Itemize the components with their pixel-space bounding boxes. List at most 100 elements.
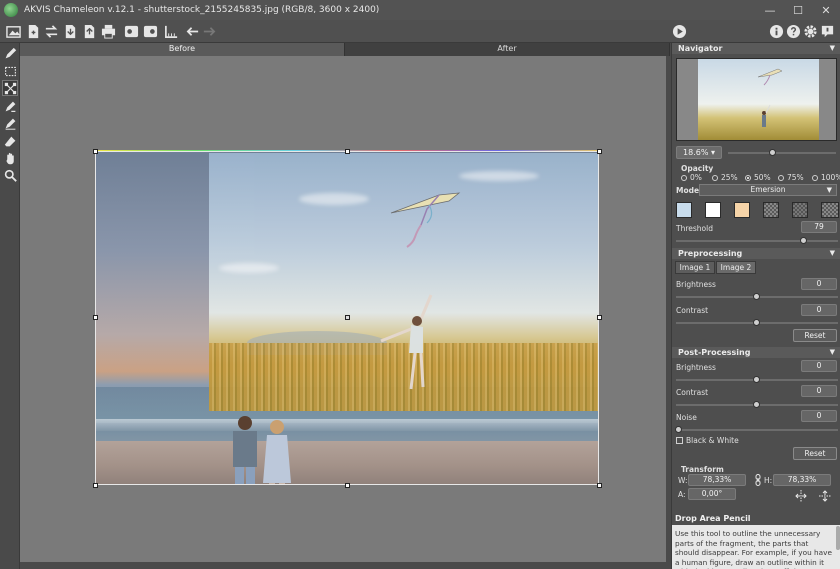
color-swatch-1[interactable] — [676, 202, 692, 218]
swap-images-icon[interactable] — [43, 23, 60, 40]
height-input[interactable]: 78,33% — [773, 474, 831, 486]
texture-swatch-2[interactable] — [792, 202, 808, 218]
print-icon[interactable] — [100, 23, 117, 40]
resize-handle-br[interactable] — [597, 483, 602, 488]
app-logo-icon — [4, 3, 18, 17]
noise-value[interactable]: 0 — [801, 410, 837, 422]
pre-reset-button[interactable]: Reset — [793, 329, 837, 342]
mode-dropdown[interactable]: Emersion ▼ — [699, 184, 837, 196]
load-strokes-icon[interactable] — [123, 23, 140, 40]
opacity-radio[interactable] — [712, 175, 718, 181]
center-handle[interactable] — [345, 315, 350, 320]
collapse-arrow-icon[interactable]: ▼ — [830, 43, 835, 54]
zoom-icon[interactable] — [2, 167, 18, 183]
noise-label: Noise — [676, 413, 697, 422]
angle-input[interactable]: 0,00° — [688, 488, 736, 500]
threshold-value[interactable]: 79 — [801, 221, 837, 233]
resize-handle-b[interactable] — [345, 483, 350, 488]
navigator-figures — [757, 68, 783, 127]
help-icon[interactable] — [785, 23, 802, 40]
main-toolbar — [0, 20, 840, 43]
opacity-radio[interactable] — [778, 175, 784, 181]
image-canvas[interactable] — [20, 56, 666, 562]
pre-contrast-value[interactable]: 0 — [801, 304, 837, 316]
resize-handle-r[interactable] — [597, 315, 602, 320]
flip-vertical-icon[interactable] — [818, 489, 832, 503]
navigator-thumbnail[interactable] — [676, 58, 837, 141]
keep-pencil-icon[interactable] — [2, 98, 18, 114]
save-icon[interactable] — [62, 23, 79, 40]
opacity-option-label: 100% — [821, 173, 840, 182]
threshold-slider-track[interactable] — [676, 240, 838, 242]
opacity-radio[interactable] — [812, 175, 818, 181]
tab-image-2[interactable]: Image 2 — [716, 261, 756, 274]
post-reset-button[interactable]: Reset — [793, 447, 837, 460]
resize-handle-tr[interactable] — [597, 149, 602, 154]
pre-contrast-knob[interactable] — [753, 319, 760, 326]
opacity-radio[interactable] — [681, 175, 687, 181]
flip-horizontal-icon[interactable] — [794, 489, 808, 503]
texture-swatch-3[interactable] — [821, 202, 839, 218]
rect-selection-icon[interactable] — [2, 63, 18, 79]
zoom-slider-track[interactable] — [728, 152, 836, 154]
opacity-option-label: 75% — [787, 173, 804, 182]
minimize-button[interactable]: — — [756, 0, 784, 20]
tab-after[interactable]: After — [345, 43, 670, 56]
pre-brightness-knob[interactable] — [753, 293, 760, 300]
pre-brightness-value[interactable]: 0 — [801, 278, 837, 290]
color-swatch-3[interactable] — [734, 202, 750, 218]
info-icon[interactable] — [768, 23, 785, 40]
collapse-arrow-icon[interactable]: ▼ — [830, 347, 835, 358]
black-white-label: Black & White — [686, 436, 739, 445]
close-button[interactable]: ✕ — [812, 0, 840, 20]
ruler-icon[interactable] — [163, 23, 180, 40]
drop-pencil-icon[interactable] — [2, 115, 18, 131]
transform-icon[interactable] — [2, 80, 18, 96]
chevron-down-icon: ▼ — [826, 186, 832, 194]
opacity-radio[interactable] — [745, 175, 751, 181]
noise-knob[interactable] — [675, 426, 682, 433]
eraser-icon[interactable] — [2, 133, 18, 149]
collapse-arrow-icon[interactable]: ▼ — [830, 248, 835, 259]
tab-image-1[interactable]: Image 1 — [675, 261, 715, 274]
zoom-slider-knob[interactable] — [769, 149, 777, 156]
threshold-slider-knob[interactable] — [799, 237, 807, 244]
open-background-icon[interactable] — [5, 23, 22, 40]
resize-handle-tl[interactable] — [93, 149, 98, 154]
run-icon[interactable] — [671, 23, 688, 40]
maximize-button[interactable]: ☐ — [784, 0, 812, 20]
postprocessing-title: Post-Processing — [678, 348, 751, 357]
zoom-caret-icon: ▾ — [710, 148, 715, 157]
resize-handle-bl[interactable] — [93, 483, 98, 488]
post-brightness-knob[interactable] — [753, 376, 760, 383]
help-scrollbar[interactable] — [836, 526, 840, 550]
resize-handle-l[interactable] — [93, 315, 98, 320]
post-brightness-value[interactable]: 0 — [801, 360, 837, 372]
open-fragment-icon[interactable] — [25, 23, 42, 40]
navigator-header[interactable]: Navigator ▼ — [672, 43, 840, 54]
undo-icon[interactable] — [184, 23, 201, 40]
help-title: Drop Area Pencil — [672, 512, 840, 525]
selection-pencil-icon[interactable] — [2, 45, 18, 61]
resize-handle-t[interactable] — [345, 149, 350, 154]
postprocessing-header[interactable]: Post-Processing ▼ — [672, 347, 840, 358]
link-proportions-icon[interactable] — [751, 473, 765, 487]
hand-icon[interactable] — [2, 150, 18, 166]
settings-gear-icon[interactable] — [802, 23, 819, 40]
tab-before[interactable]: Before — [20, 43, 345, 56]
texture-swatch-1[interactable] — [763, 202, 779, 218]
post-contrast-value[interactable]: 0 — [801, 385, 837, 397]
export-icon[interactable] — [81, 23, 98, 40]
help-text: Use this tool to outline the unnecessary… — [675, 529, 832, 569]
feedback-icon[interactable] — [819, 23, 836, 40]
zoom-dropdown[interactable]: 18.6% ▾ — [676, 146, 722, 159]
redo-icon[interactable] — [201, 23, 218, 40]
preprocessing-header[interactable]: Preprocessing ▼ — [672, 248, 840, 259]
width-input[interactable]: 78,33% — [688, 474, 746, 486]
black-white-checkbox[interactable] — [676, 437, 683, 444]
post-contrast-knob[interactable] — [753, 401, 760, 408]
noise-slider[interactable] — [676, 429, 838, 431]
save-strokes-icon[interactable] — [142, 23, 159, 40]
color-swatch-2[interactable] — [705, 202, 721, 218]
height-label: H: — [764, 476, 773, 485]
